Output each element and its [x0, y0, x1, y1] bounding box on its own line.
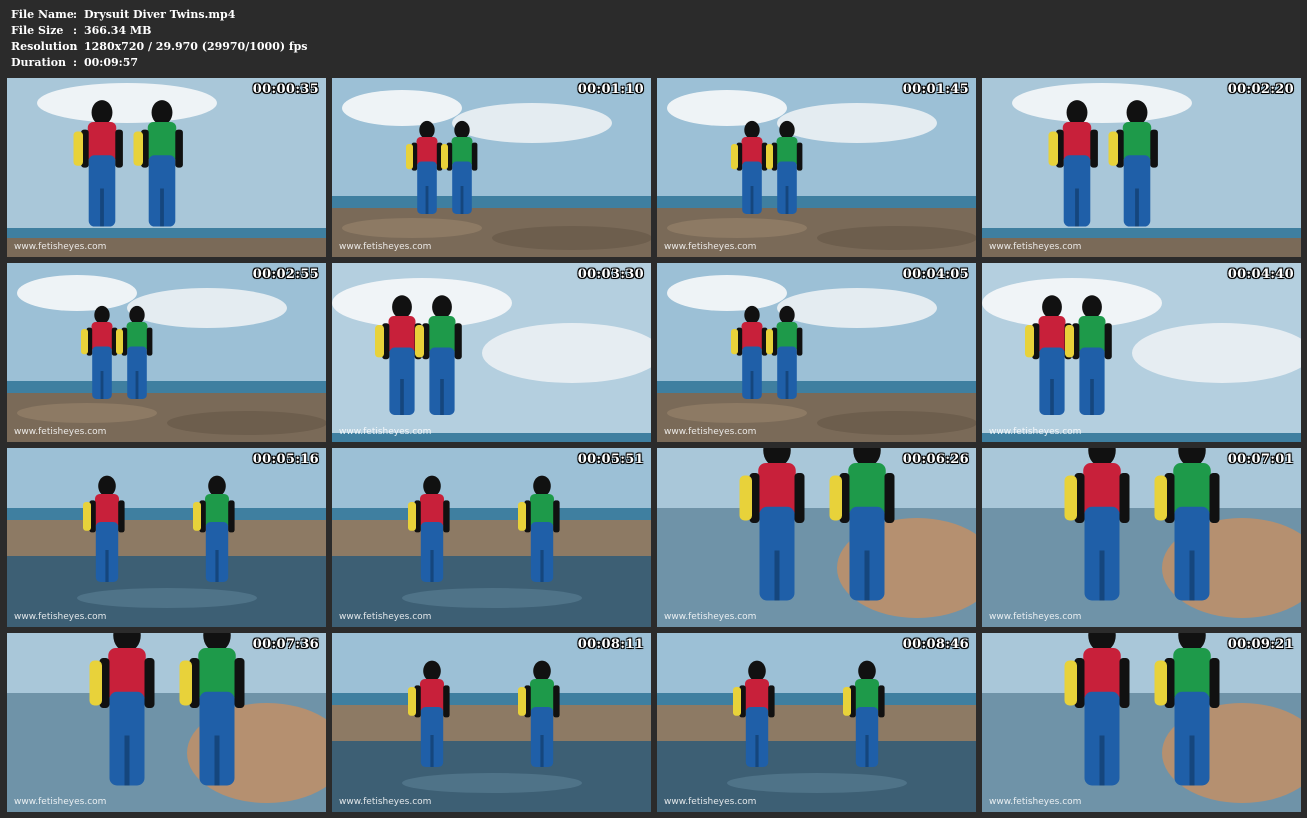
thumbnail: 00:01:45 www.fetisheyes.com: [657, 78, 976, 257]
file-size-label: File Size: [11, 24, 64, 37]
frame-image: [982, 78, 1301, 257]
frame-image: [7, 263, 326, 442]
timestamp-label: 00:00:35: [252, 82, 319, 97]
duration-label: Duration: [11, 56, 67, 69]
frame-image: [982, 263, 1301, 442]
watermark-text: www.fetisheyes.com: [664, 797, 757, 807]
separator: :: [73, 56, 78, 69]
timestamp-label: 00:08:11: [577, 637, 644, 652]
thumbnail: 00:07:36 www.fetisheyes.com: [7, 633, 326, 812]
timestamp-label: 00:09:21: [1227, 637, 1294, 652]
frame-image: [657, 633, 976, 812]
thumbnail: 00:00:35 www.fetisheyes.com: [7, 78, 326, 257]
separator: :: [73, 24, 78, 37]
thumbnail-grid: 00:00:35 www.fetisheyes.com 00:01:10 www.fe…: [7, 78, 1301, 812]
thumbnail: 00:04:05 www.fetisheyes.com: [657, 263, 976, 442]
watermark-text: www.fetisheyes.com: [664, 612, 757, 622]
frame-image: [332, 448, 651, 627]
thumbnail: 00:05:16 www.fetisheyes.com: [7, 448, 326, 627]
watermark-text: www.fetisheyes.com: [339, 427, 432, 437]
file-size-row: File Size : 366.34 MB: [11, 23, 308, 39]
frame-image: [982, 448, 1301, 627]
frame-image: [7, 78, 326, 257]
file-size-value: 366.34 MB: [84, 24, 152, 37]
watermark-text: www.fetisheyes.com: [339, 242, 432, 252]
timestamp-label: 00:04:40: [1227, 267, 1294, 282]
separator: :: [73, 8, 78, 21]
thumbnail: 00:08:11 www.fetisheyes.com: [332, 633, 651, 812]
timestamp-label: 00:08:46: [902, 637, 969, 652]
watermark-text: www.fetisheyes.com: [339, 612, 432, 622]
file-name-value: Drysuit Diver Twins.mp4: [84, 8, 236, 21]
duration-value: 00:09:57: [84, 56, 139, 69]
watermark-text: www.fetisheyes.com: [664, 427, 757, 437]
watermark-text: www.fetisheyes.com: [989, 427, 1082, 437]
timestamp-label: 00:02:20: [1227, 82, 1294, 97]
thumbnail: 00:07:01 www.fetisheyes.com: [982, 448, 1301, 627]
file-name-row: File Name : Drysuit Diver Twins.mp4: [11, 7, 308, 23]
thumbnail: 00:09:21 www.fetisheyes.com: [982, 633, 1301, 812]
timestamp-label: 00:07:01: [1227, 452, 1294, 467]
thumbnail: 00:06:26 www.fetisheyes.com: [657, 448, 976, 627]
frame-image: [657, 78, 976, 257]
timestamp-label: 00:03:30: [577, 267, 644, 282]
resolution-label: Resolution: [11, 40, 78, 53]
frame-image: [332, 78, 651, 257]
resolution-value: 1280x720 / 29.970 (29970/1000) fps: [84, 40, 308, 53]
file-info-header: File Name : Drysuit Diver Twins.mp4 File…: [11, 7, 308, 71]
frame-image: [657, 263, 976, 442]
resolution-row: Resolution : 1280x720 / 29.970 (29970/10…: [11, 39, 308, 55]
thumbnail: 00:01:10 www.fetisheyes.com: [332, 78, 651, 257]
thumbnail: 00:08:46 www.fetisheyes.com: [657, 633, 976, 812]
timestamp-label: 00:05:16: [252, 452, 319, 467]
watermark-text: www.fetisheyes.com: [989, 612, 1082, 622]
watermark-text: www.fetisheyes.com: [989, 797, 1082, 807]
separator: :: [73, 40, 78, 53]
thumbnail: 00:03:30 www.fetisheyes.com: [332, 263, 651, 442]
watermark-text: www.fetisheyes.com: [989, 242, 1082, 252]
watermark-text: www.fetisheyes.com: [14, 612, 107, 622]
watermark-text: www.fetisheyes.com: [664, 242, 757, 252]
frame-image: [982, 633, 1301, 812]
watermark-text: www.fetisheyes.com: [14, 797, 107, 807]
timestamp-label: 00:01:45: [902, 82, 969, 97]
frame-image: [7, 448, 326, 627]
timestamp-label: 00:06:26: [902, 452, 969, 467]
thumbnail: 00:05:51 www.fetisheyes.com: [332, 448, 651, 627]
file-name-label: File Name: [11, 8, 74, 21]
thumbnail: 00:02:20 www.fetisheyes.com: [982, 78, 1301, 257]
watermark-text: www.fetisheyes.com: [14, 427, 107, 437]
timestamp-label: 00:01:10: [577, 82, 644, 97]
timestamp-label: 00:05:51: [577, 452, 644, 467]
frame-image: [332, 263, 651, 442]
frame-image: [7, 633, 326, 812]
frame-image: [332, 633, 651, 812]
thumbnail: 00:02:55 www.fetisheyes.com: [7, 263, 326, 442]
duration-row: Duration : 00:09:57: [11, 55, 308, 71]
timestamp-label: 00:02:55: [252, 267, 319, 282]
frame-image: [657, 448, 976, 627]
watermark-text: www.fetisheyes.com: [14, 242, 107, 252]
thumbnail: 00:04:40 www.fetisheyes.com: [982, 263, 1301, 442]
watermark-text: www.fetisheyes.com: [339, 797, 432, 807]
timestamp-label: 00:04:05: [902, 267, 969, 282]
timestamp-label: 00:07:36: [252, 637, 319, 652]
